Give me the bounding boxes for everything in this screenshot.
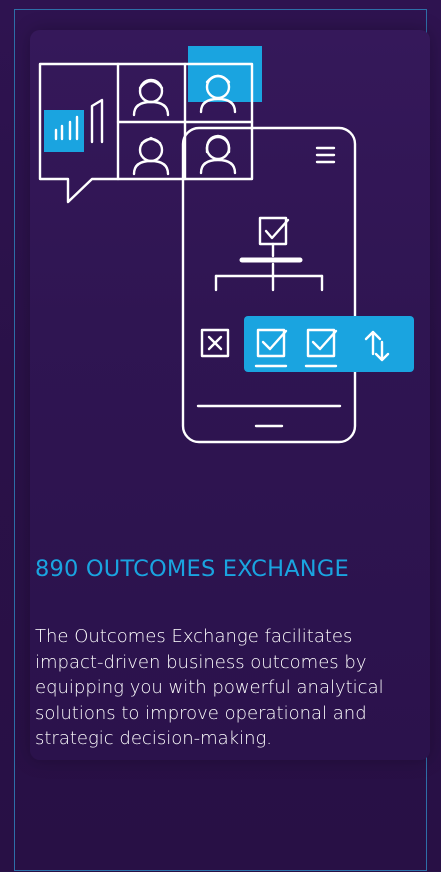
checkbox-checked-icon	[258, 216, 290, 246]
page: 890 OUTCOMES EXCHANGE The Outcomes Excha…	[0, 0, 441, 872]
card-description: The Outcomes Exchange facilitates impact…	[35, 626, 384, 749]
highlight-band	[244, 316, 414, 372]
card-title: 890 OUTCOMES EXCHANGE	[35, 556, 349, 582]
user-avatar-icon	[132, 78, 170, 117]
user-avatar-icon	[199, 134, 237, 175]
outcomes-illustration	[38, 46, 414, 444]
checkbox-unchecked-icon	[200, 328, 230, 358]
user-avatar-icon	[132, 136, 170, 176]
phone-icon	[181, 126, 357, 444]
hamburger-menu-icon	[315, 146, 336, 164]
